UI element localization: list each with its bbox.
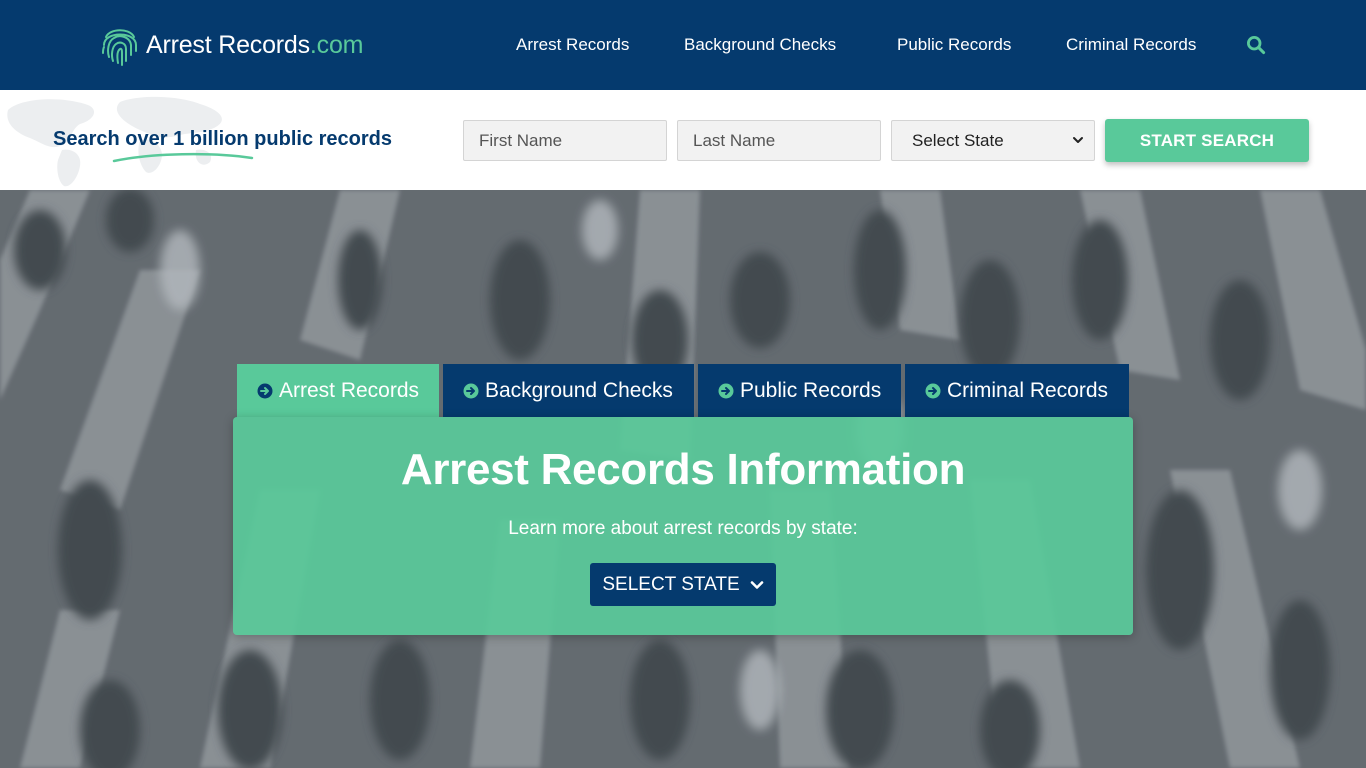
main-nav: Arrest Records Background Checks Public … (0, 32, 1366, 58)
arrow-circle-right-icon (257, 383, 273, 398)
search-tagline: Search over 1 billion public records (53, 128, 392, 150)
hero-section: Arrest Records Background Checks Public … (0, 190, 1366, 768)
site-header: Arrest Records.com Arrest Records Backgr… (0, 0, 1366, 90)
state-select-value: Select State (912, 130, 1004, 150)
select-state-label: SELECT STATE (602, 573, 740, 595)
arrow-circle-right-icon (463, 383, 479, 398)
tab-criminal-records[interactable]: Criminal Records (905, 364, 1129, 417)
nav-background-checks[interactable]: Background Checks (684, 32, 836, 58)
tab-background-checks[interactable]: Background Checks (443, 364, 694, 417)
chevron-down-icon (1073, 137, 1083, 143)
tab-label: Arrest Records (279, 378, 420, 402)
first-name-input[interactable] (463, 120, 667, 161)
card-subtitle: Learn more about arrest records by state… (508, 518, 858, 539)
chevron-down-icon (750, 580, 763, 589)
card-title: Arrest Records Information (400, 445, 966, 494)
tab-label: Background Checks (485, 378, 673, 402)
start-search-button[interactable]: START SEARCH (1105, 119, 1309, 162)
nav-arrest-records[interactable]: Arrest Records (516, 32, 629, 58)
nav-criminal-records[interactable]: Criminal Records (1066, 32, 1196, 58)
tab-public-records[interactable]: Public Records (698, 364, 901, 417)
state-select[interactable]: Select State (891, 120, 1095, 161)
tab-label: Criminal Records (947, 378, 1109, 402)
tab-arrest-records[interactable]: Arrest Records (237, 364, 439, 417)
tagline-underline-graphic (112, 152, 254, 163)
select-state-button[interactable]: SELECT STATE (590, 563, 776, 606)
tab-label: Public Records (740, 378, 882, 402)
info-card: Arrest Records Information Learn more ab… (233, 417, 1133, 635)
last-name-input[interactable] (677, 120, 881, 161)
arrow-circle-right-icon (718, 383, 734, 398)
nav-public-records[interactable]: Public Records (897, 32, 1011, 58)
search-icon[interactable] (1246, 35, 1266, 55)
search-bar: Search over 1 billion public records Sel… (0, 90, 1366, 190)
arrow-circle-right-icon (925, 383, 941, 398)
